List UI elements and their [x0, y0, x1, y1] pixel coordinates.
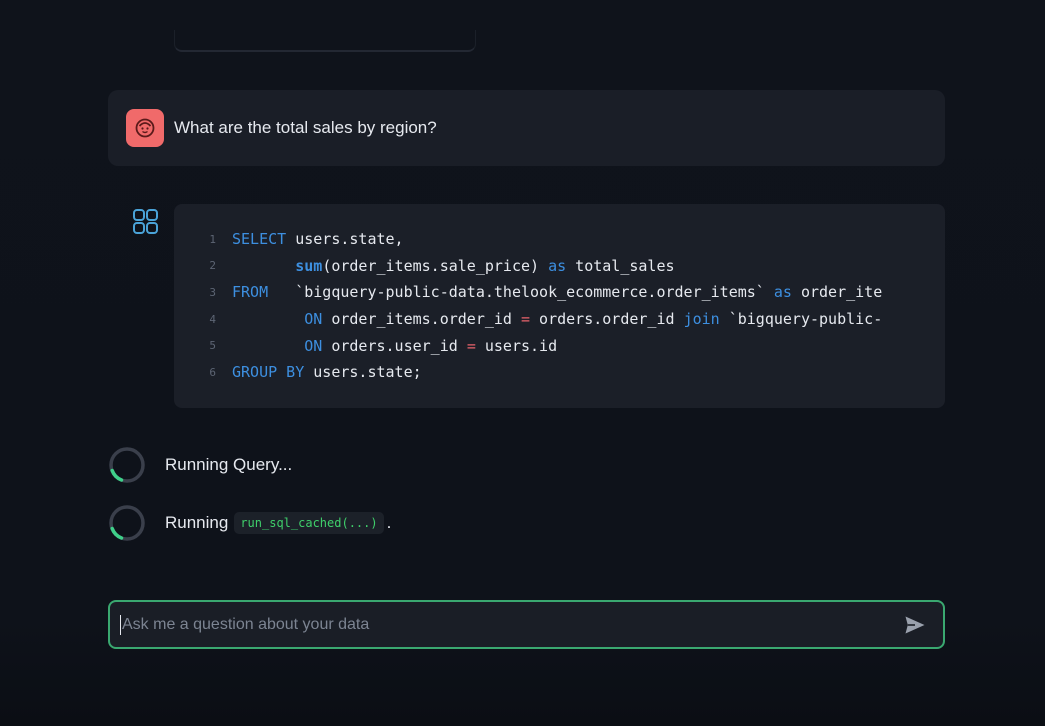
chat-page: What are the total sales by region? 1 SEL…: [0, 0, 1045, 726]
line-number: 4: [209, 312, 216, 326]
code-token: users.state;: [304, 363, 422, 382]
line-number: 2: [209, 259, 216, 273]
user-message-text: What are the total sales by region?: [174, 118, 437, 137]
app-grid-icon: [132, 208, 160, 236]
code-token: sum: [295, 256, 323, 275]
send-button[interactable]: [893, 603, 937, 647]
code-token: =: [521, 310, 531, 329]
code-token: `bigquery-public-data.thelook_ecommerce.…: [268, 283, 774, 302]
code-line: 4 ON order_items.order_id = orders.order…: [174, 306, 945, 333]
send-icon: [905, 616, 925, 633]
sql-code-block: 1 SELECT users.state, 2 sum (order_items.sa…: [174, 204, 945, 408]
code-token: users.state,: [286, 230, 404, 249]
chat-input[interactable]: [122, 602, 893, 647]
text-caret: [120, 614, 121, 635]
code-token: GROUP BY: [232, 363, 305, 382]
code-token: SELECT: [232, 230, 287, 249]
code-token: join: [683, 310, 720, 329]
previous-message-edge: [174, 30, 476, 52]
code-token: orders.user_id: [322, 336, 467, 355]
status-text: Running: [165, 513, 229, 532]
status-running-query: Running Query...: [108, 446, 292, 484]
code-token: =: [466, 336, 476, 355]
code-line: 1 SELECT users.state,: [174, 226, 945, 253]
code-token: order_ite: [791, 283, 883, 302]
status-text: Running Query...: [165, 455, 293, 474]
status-suffix: .: [386, 513, 392, 532]
code-line: 6 GROUP BY users.state;: [174, 359, 945, 386]
code-line: 5 ON orders.user_id = users.id: [174, 332, 945, 359]
code-token: ON: [304, 310, 323, 329]
code-token: (order_items.sale_price): [322, 256, 549, 275]
tool-call-code: run_sql_cached(...): [234, 512, 384, 534]
code-token: as: [773, 283, 792, 302]
code-token: total_sales: [566, 256, 675, 275]
code-token: order_items.order_id: [322, 310, 521, 329]
user-avatar-icon: [126, 109, 164, 147]
loading-spinner-icon: [109, 505, 145, 541]
line-number: 5: [209, 339, 216, 353]
code-token: `bigquery-public-: [719, 310, 883, 329]
code-token: as: [548, 256, 567, 275]
code-token: ON: [304, 336, 323, 355]
line-number: 6: [209, 365, 216, 379]
code-token: FROM: [232, 283, 269, 302]
user-message: What are the total sales by region?: [108, 90, 945, 166]
line-number: 3: [209, 285, 216, 299]
chat-input-container: [108, 600, 945, 649]
status-running-tool: Running run_sql_cached(...) .: [108, 504, 391, 542]
line-number: 1: [209, 232, 216, 246]
code-token: users.id: [475, 336, 558, 355]
loading-spinner-icon: [109, 447, 145, 483]
code-line: 2 sum (order_items.sale_price) as total_s…: [174, 253, 945, 280]
code-token: orders.order_id: [530, 310, 684, 329]
code-line: 3 FROM `bigquery-public-data.thelook_ecom…: [174, 279, 945, 306]
